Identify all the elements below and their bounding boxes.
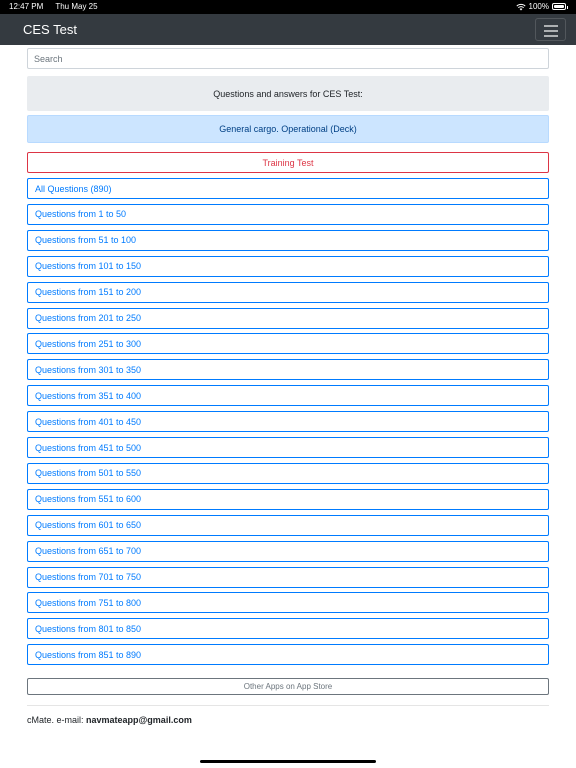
question-range-button[interactable]: Questions from 251 to 300 (27, 333, 549, 355)
question-range-button[interactable]: Questions from 151 to 200 (27, 281, 549, 303)
question-range-button[interactable]: Questions from 801 to 850 (27, 618, 549, 640)
search-input[interactable] (27, 48, 549, 69)
question-range-button[interactable]: Questions from 851 to 890 (27, 644, 549, 666)
status-date: Thu May 25 (55, 2, 98, 11)
category-banner: General cargo. Operational (Deck) (27, 115, 549, 143)
battery-icon (552, 3, 568, 10)
app-title[interactable]: CES Test (23, 22, 77, 37)
question-range-button[interactable]: Questions from 351 to 400 (27, 385, 549, 407)
other-apps-button[interactable]: Other Apps on App Store (27, 678, 549, 695)
footer-text: cMate. e-mail: (27, 715, 87, 725)
all-questions-button[interactable]: All Questions (890) (27, 178, 549, 199)
question-range-button[interactable]: Questions from 51 to 100 (27, 229, 549, 251)
question-range-button[interactable]: Questions from 601 to 650 (27, 514, 549, 536)
question-range-button[interactable]: Questions from 1 to 50 (27, 203, 549, 225)
hamburger-icon (544, 25, 558, 27)
divider (27, 705, 549, 706)
footer-email[interactable]: navmateapp@gmail.com (86, 715, 192, 725)
question-range-button[interactable]: Questions from 201 to 250 (27, 307, 549, 329)
question-range-button[interactable]: Questions from 101 to 150 (27, 255, 549, 277)
question-range-button[interactable]: Questions from 301 to 350 (27, 359, 549, 381)
hamburger-icon-line (544, 30, 558, 32)
navbar: CES Test (0, 14, 576, 45)
menu-toggle-button[interactable] (535, 18, 566, 41)
status-bar: 12:47 PM Thu May 25 100% (0, 0, 576, 14)
page-heading: Questions and answers for CES Test: (27, 76, 549, 111)
wifi-icon (515, 3, 526, 10)
question-range-button[interactable]: Questions from 451 to 500 (27, 437, 549, 458)
question-range-button[interactable]: Questions from 751 to 800 (27, 592, 549, 614)
question-range-button[interactable]: Questions from 701 to 750 (27, 566, 549, 588)
footer: cMate. e-mail: navmateapp@gmail.com (27, 715, 192, 725)
question-range-button[interactable]: Questions from 501 to 550 (27, 462, 549, 484)
home-indicator (200, 760, 376, 763)
hamburger-icon-line (544, 35, 558, 37)
question-range-button[interactable]: Questions from 651 to 700 (27, 540, 549, 562)
battery-percent: 100% (528, 2, 549, 11)
status-time: 12:47 PM (9, 2, 44, 11)
training-test-button[interactable]: Training Test (27, 152, 549, 173)
question-range-button[interactable]: Questions from 401 to 450 (27, 411, 549, 433)
question-range-button[interactable]: Questions from 551 to 600 (27, 488, 549, 510)
